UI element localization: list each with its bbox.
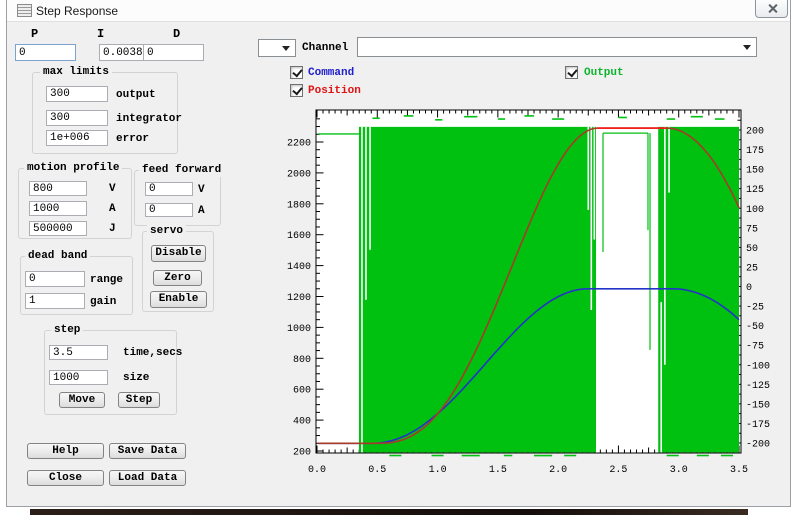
- dead-band-title: dead band: [25, 250, 91, 263]
- max-error-label: error: [116, 133, 150, 145]
- servo-title: servo: [147, 225, 187, 238]
- position-checkbox[interactable]: [290, 84, 303, 97]
- dead-band-group: dead band range gain: [20, 250, 133, 315]
- gain-label: gain: [90, 296, 117, 308]
- p-input[interactable]: [15, 44, 76, 61]
- range-input[interactable]: [25, 271, 85, 287]
- step-size-label: size: [123, 372, 150, 384]
- output-checkbox[interactable]: [565, 66, 578, 79]
- titlebar: Step Response: [7, 0, 790, 22]
- step-group: step time,secs size Move Step: [44, 324, 182, 415]
- window-title: Step Response: [36, 4, 119, 18]
- help-button[interactable]: Help: [27, 443, 104, 459]
- velocity-label: V: [109, 183, 116, 195]
- accel-label: A: [109, 203, 116, 215]
- motion-profile-group: motion profile V A J: [18, 162, 132, 239]
- p-label: P: [31, 27, 39, 41]
- max-integrator-input[interactable]: [46, 110, 108, 126]
- step-button[interactable]: Step: [118, 392, 160, 408]
- accel-input[interactable]: [29, 201, 87, 216]
- close-icon: [768, 4, 777, 13]
- servo-group: servo Disable Zero Enable: [142, 225, 214, 312]
- max-limits-group: max limits output integrator error: [32, 66, 182, 154]
- gain-input[interactable]: [25, 293, 85, 309]
- max-error-input[interactable]: [46, 130, 108, 146]
- ff-accel-label: A: [198, 205, 205, 217]
- ff-velocity-input[interactable]: [145, 182, 193, 196]
- plot-select[interactable]: Plot: Command, Position, Output Command …: [357, 37, 757, 57]
- output-label: Output: [584, 67, 624, 79]
- app-icon: [17, 4, 32, 17]
- range-label: range: [90, 274, 124, 286]
- load-data-button[interactable]: Load Data: [109, 470, 186, 486]
- chevron-down-icon: [743, 45, 751, 50]
- ff-velocity-label: V: [198, 184, 205, 196]
- channel-select[interactable]: 2: [258, 39, 296, 57]
- close-button[interactable]: Close: [27, 470, 104, 486]
- velocity-input[interactable]: [29, 181, 87, 196]
- ff-accel-input[interactable]: [145, 203, 193, 217]
- max-output-input[interactable]: [46, 86, 108, 102]
- position-label: Position: [308, 85, 361, 97]
- d-input[interactable]: [143, 44, 204, 61]
- max-limits-title: max limits: [40, 66, 113, 79]
- feed-forward-title: feed forward: [139, 164, 225, 177]
- desktop-background: [30, 509, 748, 515]
- i-label: I: [97, 27, 105, 41]
- enable-button[interactable]: Enable: [150, 291, 207, 308]
- d-label: D: [173, 27, 181, 41]
- step-time-input[interactable]: [49, 345, 108, 360]
- feed-forward-group: feed forward V A: [134, 164, 225, 226]
- command-label: Command: [308, 67, 355, 79]
- max-integrator-label: integrator: [116, 113, 183, 125]
- save-data-button[interactable]: Save Data: [109, 443, 186, 459]
- jerk-input[interactable]: [29, 221, 87, 236]
- command-checkbox[interactable]: [290, 66, 303, 79]
- motion-profile-title: motion profile: [24, 162, 123, 175]
- zero-button[interactable]: Zero: [153, 270, 202, 286]
- chevron-down-icon: [282, 46, 290, 51]
- step-title: step: [51, 324, 84, 337]
- disable-button[interactable]: Disable: [151, 245, 206, 262]
- channel-label: Channel: [302, 42, 349, 54]
- step-size-input[interactable]: [49, 370, 108, 385]
- close-window-button[interactable]: [755, 0, 788, 18]
- step-time-label: time,secs: [123, 347, 183, 359]
- move-button[interactable]: Move: [59, 392, 105, 408]
- jerk-label: J: [109, 223, 116, 235]
- max-output-label: output: [116, 89, 156, 101]
